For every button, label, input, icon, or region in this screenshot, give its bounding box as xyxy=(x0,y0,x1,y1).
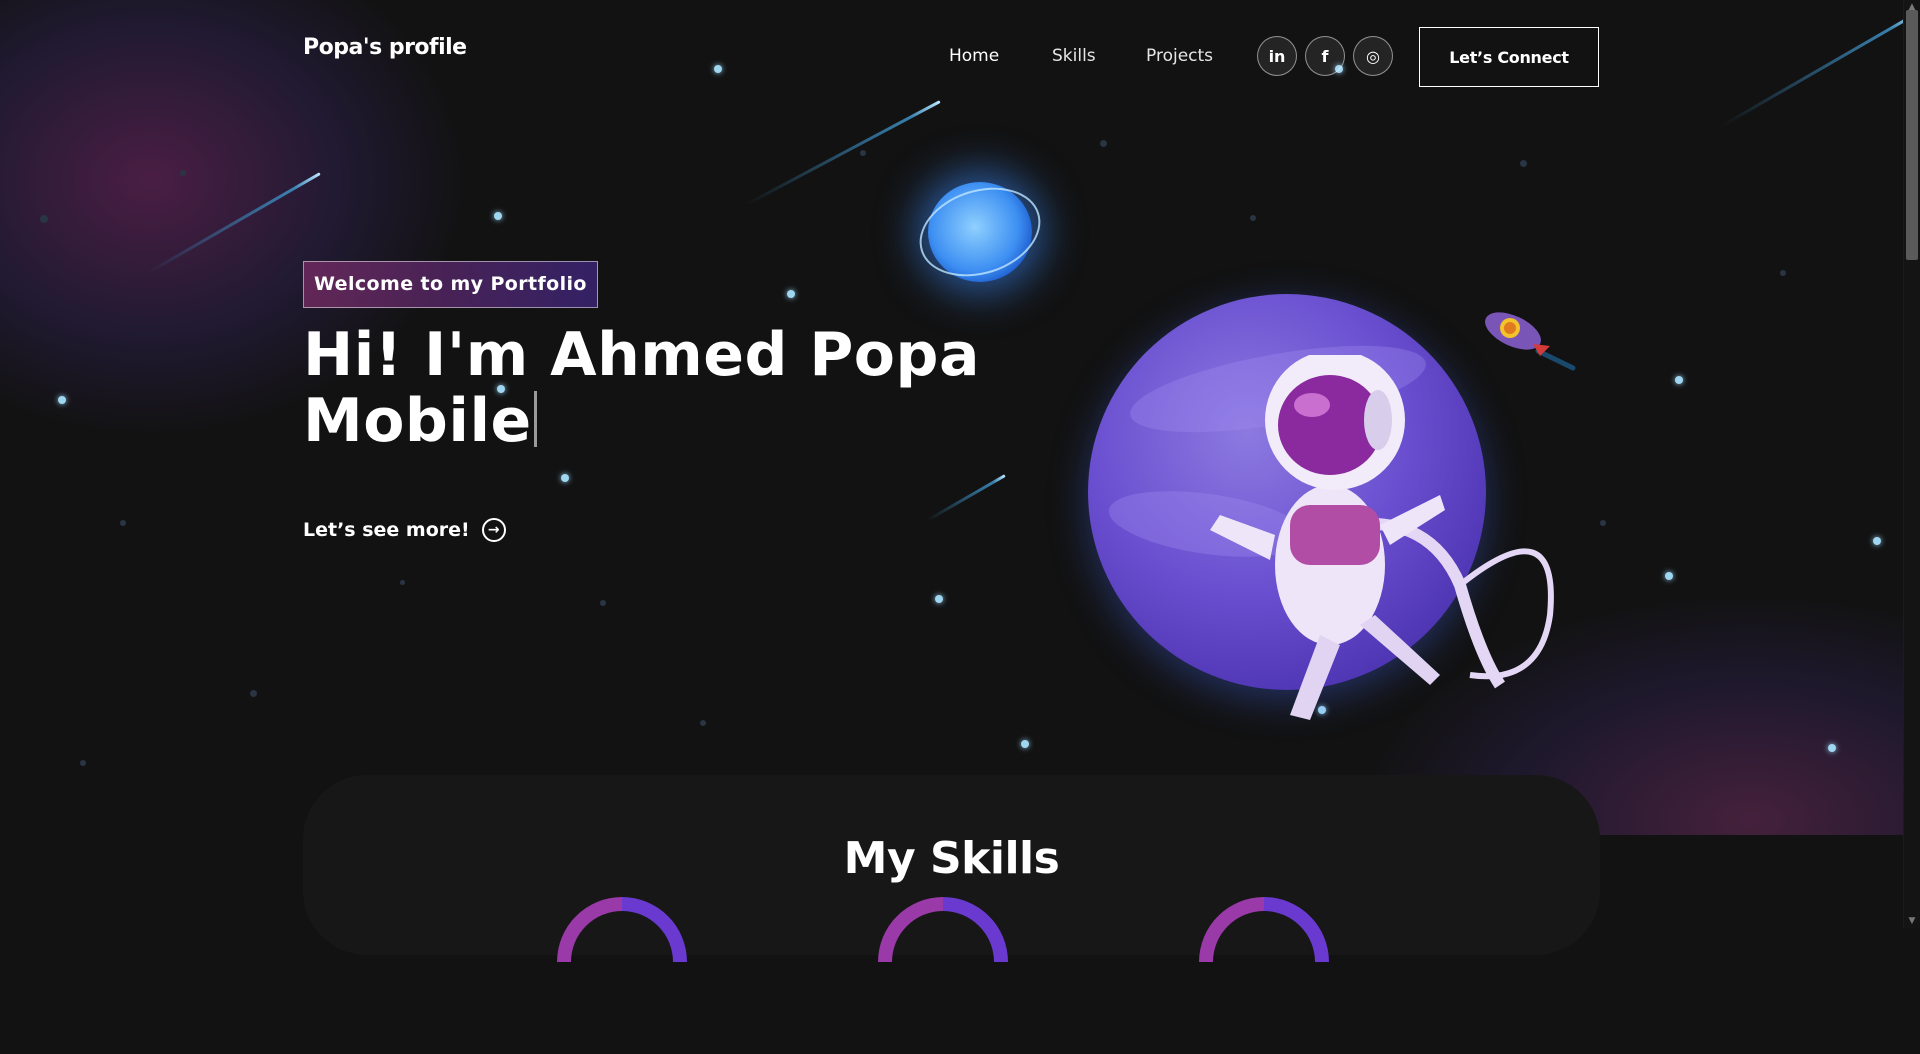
faint-star xyxy=(40,215,48,223)
scrollbar-thumb[interactable] xyxy=(1906,10,1918,260)
star xyxy=(787,290,795,298)
vertical-scrollbar[interactable]: ▲ ▼ xyxy=(1903,0,1920,928)
star xyxy=(935,595,943,603)
welcome-tagline: Welcome to my Portfolio xyxy=(303,261,598,308)
skills-title: My Skills xyxy=(843,833,1060,884)
planet-ring-illustration xyxy=(908,172,1052,292)
hero-headline: Hi! I'm Ahmed Popa Mobile xyxy=(303,322,980,454)
faint-star xyxy=(1100,140,1107,147)
faint-star xyxy=(1600,520,1606,526)
skill-progress-ring xyxy=(1172,870,1356,1054)
lets-connect-button[interactable]: Let’s Connect xyxy=(1419,27,1599,87)
faint-star xyxy=(600,600,606,606)
headline-line-2: Mobile xyxy=(303,386,532,456)
star xyxy=(1021,740,1029,748)
star xyxy=(494,212,502,220)
faint-star xyxy=(180,170,186,176)
headline-line-1: Hi! I'm Ahmed Popa xyxy=(303,320,980,390)
star xyxy=(1873,537,1881,545)
skill-progress-ring xyxy=(851,870,1035,1054)
star xyxy=(1675,376,1683,384)
faint-star xyxy=(80,760,86,766)
star xyxy=(561,474,569,482)
faint-star xyxy=(1520,160,1527,167)
nav-link-skills[interactable]: Skills xyxy=(1052,46,1096,66)
instagram-icon[interactable]: ◎ xyxy=(1353,36,1393,76)
nav-link-home[interactable]: Home xyxy=(949,46,999,66)
shooting-star xyxy=(926,474,1006,522)
linkedin-icon[interactable]: in xyxy=(1257,36,1297,76)
skill-progress-ring xyxy=(530,870,714,1054)
site-logo[interactable]: Popa's profile xyxy=(303,35,467,60)
rocket-illustration xyxy=(1485,312,1576,371)
typing-cursor xyxy=(533,391,537,447)
star xyxy=(1828,744,1836,752)
arrow-circle-right-icon: → xyxy=(481,518,506,542)
faint-star xyxy=(700,720,706,726)
skills-section: My Skills xyxy=(303,775,1600,1054)
faint-star xyxy=(1250,215,1256,221)
see-more-label: Let’s see more! xyxy=(303,519,470,541)
nav-link-projects[interactable]: Projects xyxy=(1146,46,1213,66)
shooting-star xyxy=(146,172,321,275)
star xyxy=(1665,572,1673,580)
faint-star xyxy=(1780,270,1786,276)
facebook-icon[interactable]: f xyxy=(1305,36,1345,76)
faint-star xyxy=(400,580,405,585)
star xyxy=(58,396,66,404)
shooting-star xyxy=(745,100,941,207)
faint-star xyxy=(860,150,866,156)
astronaut-illustration xyxy=(1210,355,1554,720)
see-more-button[interactable]: Let’s see more! → xyxy=(303,518,506,542)
scroll-down-arrow-icon[interactable]: ▼ xyxy=(1904,914,1920,928)
top-navbar: Popa's profile Home Skills Projects in f… xyxy=(0,0,1904,110)
faint-star xyxy=(250,690,257,697)
faint-star xyxy=(120,520,126,526)
